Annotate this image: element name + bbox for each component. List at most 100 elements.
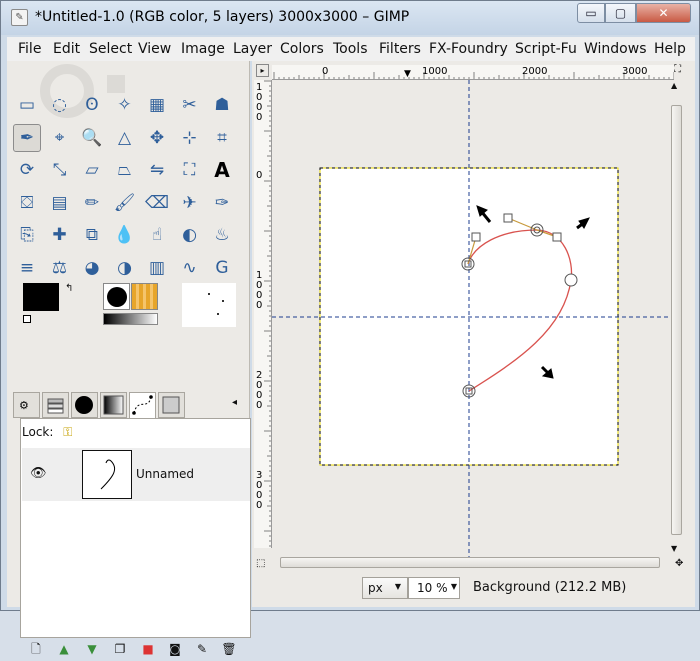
maximize-button[interactable]: ▢ [605,3,636,23]
menu-fx-foundry[interactable]: FX-Foundry [429,41,508,57]
crop-icon[interactable]: ⌗ [208,124,236,152]
minimize-button[interactable]: ▭ [577,3,605,23]
handle-point[interactable] [471,232,481,242]
g-icon[interactable]: G [208,254,236,282]
tab-tool-options[interactable]: ⚙ [13,392,40,418]
delete-path-icon[interactable]: 🗑 [221,641,237,657]
unit-select[interactable]: px ▼ [362,577,408,599]
histogram-icon[interactable]: ▥ [143,254,171,282]
brush-preview[interactable] [103,283,130,310]
eraser-icon[interactable]: ⌫ [143,189,171,217]
menu-colors[interactable]: Colors [280,41,324,57]
menu-image[interactable]: Image [181,41,225,57]
stroke-path-icon[interactable]: ✎ [194,641,210,657]
heal-icon[interactable]: ✚ [46,221,74,249]
fuzzy-select-icon[interactable]: ✧ [111,91,139,119]
image-preview[interactable] [182,283,236,327]
color-balance-icon[interactable]: ⚖ [46,254,74,282]
swap-colors-icon[interactable]: ↰ [65,283,73,294]
selection-to-path-icon[interactable]: ◙ [167,641,183,657]
menu-arrow-icon[interactable]: ▸ [256,64,269,77]
flip-icon[interactable]: ⇋ [143,156,171,184]
text-icon[interactable]: A [208,156,236,184]
menu-view[interactable]: View [138,41,171,57]
foreground-select-icon[interactable]: ☗ [208,91,236,119]
dodge-burn-icon[interactable]: ◐ [176,221,204,249]
airbrush-icon[interactable]: ✈ [176,189,204,217]
measure-icon[interactable]: △ [111,124,139,152]
canvas-svg[interactable] [272,80,670,557]
anchor-point[interactable] [564,273,578,287]
horizontal-scroll-thumb[interactable] [280,557,660,568]
threshold-icon[interactable]: ◑ [111,254,139,282]
dock-menu-icon[interactable]: ◂ [232,397,237,408]
menu-layer[interactable]: Layer [233,41,272,57]
hue-icon[interactable]: ◕ [78,254,106,282]
handle-point[interactable] [552,232,562,242]
menu-select[interactable]: Select [89,41,132,57]
menu-windows[interactable]: Windows [584,41,647,57]
duplicate-path-icon[interactable]: ❐ [112,641,128,657]
scroll-up-icon[interactable]: ▲ [671,81,677,90]
warp-icon[interactable]: ♨ [208,221,236,249]
foreground-color-swatch[interactable] [23,283,59,311]
menu-edit[interactable]: Edit [53,41,80,57]
zoom-fit-icon[interactable]: ⛶ [674,64,687,77]
menu-help[interactable]: Help [654,41,686,57]
title-bar[interactable]: ✎ *Untitled-1.0 (RGB color, 5 layers) 30… [1,1,699,35]
cage-icon[interactable]: ⛶ [176,156,204,184]
smudge-icon[interactable]: ☝ [143,221,171,249]
shear-icon[interactable]: ▱ [78,156,106,184]
levels-icon[interactable]: ≡ [13,254,41,282]
tab-gradients[interactable] [100,392,127,418]
top-ruler[interactable]: 0 1000 2000 3000 ▼ [272,65,674,80]
path-name[interactable]: Unnamed [136,467,194,481]
default-colors-icon[interactable] [23,315,31,323]
tab-layers[interactable] [42,392,69,418]
bucket-fill-icon[interactable]: ⛋ [13,189,41,217]
tab-paths[interactable] [129,392,156,419]
tab-channels[interactable] [158,392,185,418]
horizontal-scrollbar[interactable] [272,557,670,569]
gradient-preview[interactable] [103,313,158,325]
rotate-icon[interactable]: ⟳ [13,156,41,184]
align-icon[interactable]: ⊹ [176,124,204,152]
curves-icon[interactable]: ∿ [176,254,204,282]
tab-brushes[interactable] [71,392,98,418]
brush-pattern-gradient[interactable] [103,283,159,327]
clone-icon[interactable]: ⎘ [13,221,41,249]
canvas-viewport[interactable] [272,80,670,557]
navigate-icon[interactable]: ✥ [675,558,683,569]
path-row[interactable]: 👁 Unnamed [22,448,250,501]
blend-icon[interactable]: ▤ [46,189,74,217]
scissors-select-icon[interactable]: ✂ [176,91,204,119]
new-path-icon[interactable]: 🗋 [28,641,44,657]
color-picker-icon[interactable]: ⌖ [46,124,74,152]
pencil-icon[interactable]: ✏ [78,189,106,217]
left-ruler[interactable]: 10000100020003000 [254,80,272,548]
ellipse-select-icon[interactable]: ◌ [46,91,74,119]
move-icon[interactable]: ✥ [143,124,171,152]
rect-select-icon[interactable]: ▭ [13,91,41,119]
zoom-icon[interactable]: 🔍 [78,124,106,152]
lower-path-icon[interactable]: ▼ [84,641,100,657]
menu-filters[interactable]: Filters [379,41,421,57]
vertical-scroll-thumb[interactable] [671,105,682,535]
pattern-preview[interactable] [131,283,158,310]
raise-path-icon[interactable]: ▲ [56,641,72,657]
scale-icon[interactable]: ⤡ [46,156,74,184]
vertical-scrollbar[interactable]: ▲ ▼ [670,80,683,557]
free-select-icon[interactable]: ʘ [78,91,106,119]
select-by-color-icon[interactable]: ▦ [143,91,171,119]
scroll-down-icon[interactable]: ▼ [671,544,677,553]
quick-mask-icon[interactable]: ⬚ [256,558,265,569]
zoom-select[interactable]: 10 % ▼ [408,577,460,599]
blur-icon[interactable]: 💧 [111,221,139,249]
path-to-selection-icon[interactable]: ■ [140,641,156,657]
perspective-clone-icon[interactable]: ⧉ [78,221,106,249]
paths-tool-icon[interactable]: ✒ [13,123,41,152]
perspective-icon[interactable]: ⏢ [111,156,139,184]
menu-tools[interactable]: Tools [333,41,368,57]
lock-icon[interactable]: ⚿ [63,425,72,439]
paintbrush-icon[interactable]: 🖌 [111,189,139,217]
